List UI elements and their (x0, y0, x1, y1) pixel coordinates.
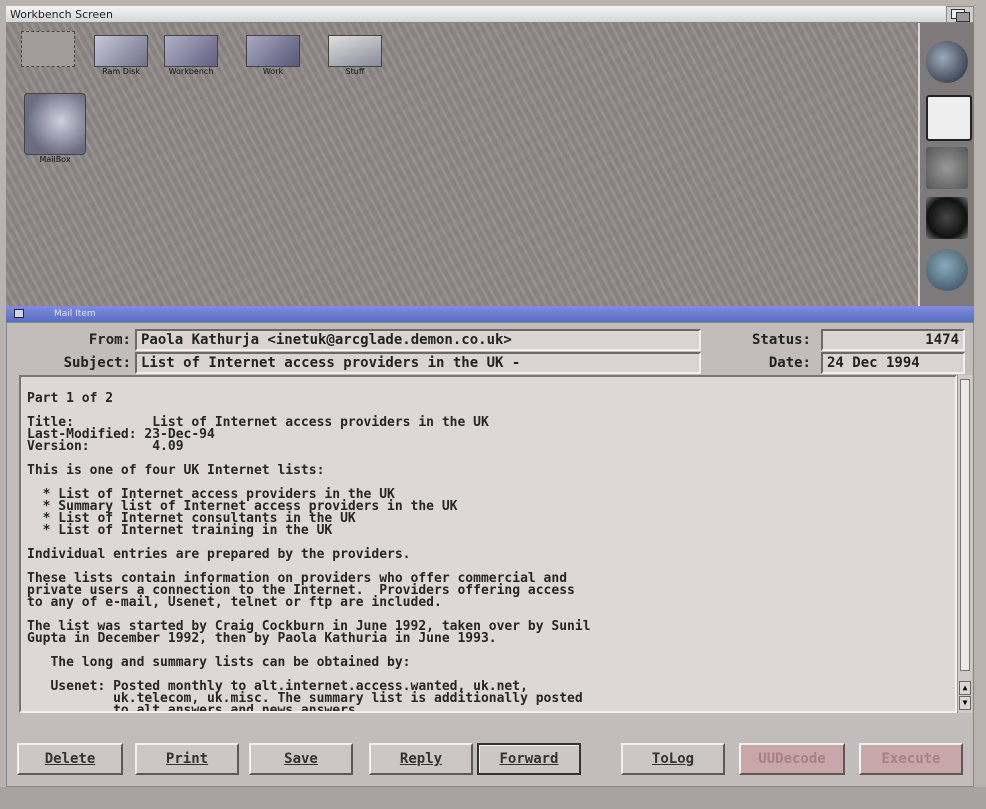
screen-title: Workbench Screen (10, 8, 113, 21)
save-button[interactable]: Save (249, 743, 353, 775)
workbench-disk-icon (164, 35, 218, 67)
execute-button: Execute (859, 743, 963, 775)
robot-icon[interactable] (926, 249, 968, 291)
app-dock (918, 23, 974, 306)
screen-depth-gadget[interactable] (946, 6, 974, 23)
delete-button[interactable]: Delete (17, 743, 123, 775)
date-label: Date: (768, 355, 811, 371)
subject-label: Subject: (63, 355, 131, 371)
message-body[interactable]: Part 1 of 2 Title: List of Internet acce… (19, 375, 957, 713)
status-field[interactable]: 1474 (821, 329, 965, 351)
mail-item-window: From: Paola Kathurja <inetuk@arcglade.de… (6, 322, 974, 787)
reply-button[interactable]: Reply (369, 743, 473, 775)
close-icon[interactable] (14, 309, 24, 318)
mail-window-title-bar[interactable]: Mail Item (6, 306, 974, 322)
icon-label: Work (262, 67, 284, 76)
ram-disk-icon (94, 35, 148, 67)
network-icon[interactable] (926, 147, 968, 189)
scroll-knob[interactable] (960, 379, 970, 671)
print-button[interactable]: Print (135, 743, 239, 775)
forward-button[interactable]: Forward (477, 743, 581, 775)
icon-label: MailBox (39, 155, 71, 164)
workbench-desktop: Ram Disk Workbench Work Stuff MailBox (6, 23, 918, 306)
stuff-drawer-icon (328, 35, 382, 67)
workbench-volume[interactable]: Workbench (162, 35, 220, 76)
audio-app-icon[interactable] (926, 95, 972, 141)
screen-title-bar[interactable]: Workbench Screen (6, 6, 946, 23)
from-label: From: (88, 332, 131, 348)
screen-bottom-border (0, 787, 986, 809)
scroll-down-icon[interactable]: ▼ (959, 696, 971, 710)
uudecode-button: UUDecode (739, 743, 845, 775)
stuff-drawer[interactable]: Stuff (326, 35, 384, 76)
vertical-scrollbar[interactable]: ▲ ▼ (957, 375, 972, 713)
work-disk-icon (246, 35, 300, 67)
icon-label: Workbench (168, 67, 214, 76)
mailbox-icon (24, 93, 86, 155)
icon-label: Stuff (345, 67, 365, 76)
blank-volume-icon (21, 31, 75, 67)
scroll-up-icon[interactable]: ▲ (959, 681, 971, 695)
status-label: Status: (751, 332, 811, 348)
volume-icon-blank[interactable] (20, 31, 76, 67)
window-title: Mail Item (54, 309, 96, 319)
subject-field[interactable]: List of Internet access providers in the… (135, 352, 701, 374)
work-volume[interactable]: Work (244, 35, 302, 76)
tolog-button[interactable]: ToLog (621, 743, 725, 775)
globe-icon[interactable] (926, 41, 968, 83)
date-field[interactable]: 24 Dec 1994 (821, 352, 965, 374)
mailbox-program[interactable]: MailBox (22, 93, 88, 164)
from-field[interactable]: Paola Kathurja <inetuk@arcglade.demon.co… (135, 329, 701, 351)
ram-disk-volume[interactable]: Ram Disk (92, 35, 150, 76)
icon-label: Ram Disk (102, 67, 140, 76)
message-text: Part 1 of 2 Title: List of Internet acce… (27, 391, 591, 713)
gear-icon[interactable] (926, 197, 968, 239)
